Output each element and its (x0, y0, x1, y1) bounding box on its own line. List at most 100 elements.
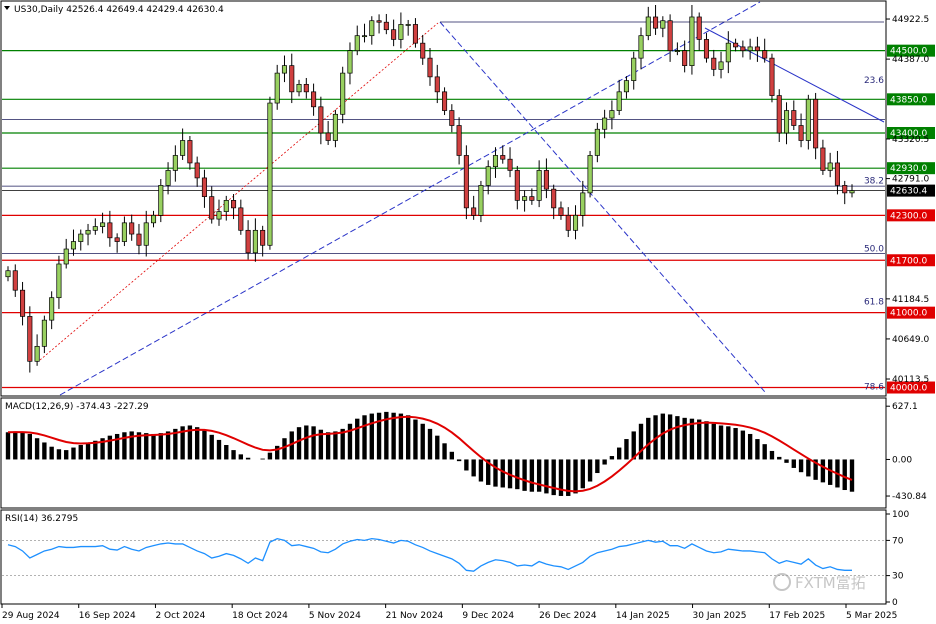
macd-bar (609, 456, 615, 460)
date-label-6: 9 Dec 2024 (462, 611, 514, 621)
candle-body (114, 237, 120, 242)
macd-bar (325, 432, 331, 460)
candle-body (849, 190, 855, 194)
candle-body (711, 57, 717, 70)
candle-body (623, 80, 629, 93)
candle-body (70, 241, 77, 250)
macd-bar (420, 423, 425, 460)
macd-bar (369, 413, 374, 460)
symbol-header: US30,Daily 42526.4 42649.4 42429.4 42630… (14, 5, 224, 15)
watermark-text: FXTM富拓 (795, 574, 866, 592)
candle-body (172, 155, 178, 171)
macd-bar (493, 459, 498, 487)
macd-bar (806, 459, 811, 477)
macd-bar (449, 451, 455, 460)
candles (5, 4, 855, 373)
candle-body (638, 35, 644, 59)
candle-body (340, 72, 346, 115)
price-tick-label-6: 40113.5 (892, 375, 929, 385)
candle-body (12, 270, 18, 291)
candle-body (20, 289, 26, 317)
fxtm-logo: FXTM富拓 (773, 573, 866, 592)
candle-body (776, 95, 782, 134)
date-label-7: 26 Dec 2024 (539, 611, 597, 621)
candle-body (733, 42, 739, 48)
candle-body (747, 46, 753, 52)
candle-body (536, 170, 542, 201)
candle-body (674, 50, 680, 53)
candle-body (551, 188, 557, 209)
rsi-tick-label-1: 70 (892, 536, 904, 546)
macd-bar (275, 445, 280, 460)
macd-bar (667, 414, 673, 460)
macd-bar (151, 433, 156, 460)
candle-body (492, 155, 499, 168)
candle-body (689, 16, 695, 66)
macd-bar (238, 454, 244, 460)
macd-bar (827, 459, 833, 485)
candle-body (267, 102, 273, 246)
price-tick-label-1: 44387.0 (892, 55, 929, 65)
candle-body (121, 222, 127, 242)
candle-body (281, 65, 288, 74)
macd-bar (85, 442, 91, 460)
rsi-label: RSI(14) 36.2795 (5, 514, 78, 524)
candle-body (594, 128, 600, 156)
macd-bar (107, 435, 113, 460)
macd-bar (114, 433, 120, 460)
macd-bar (711, 423, 716, 460)
candle-body (834, 162, 840, 186)
macd-bar (5, 432, 11, 460)
date-label-3: 18 Oct 2024 (232, 611, 288, 621)
candle-body (136, 233, 142, 246)
macd-bar (165, 431, 171, 460)
macd-bar (427, 428, 433, 460)
candle-body (616, 91, 622, 111)
candle-body (754, 46, 760, 52)
candle-body (180, 140, 186, 156)
candle-body (653, 16, 659, 29)
macd-bar (304, 425, 309, 460)
macd-bar (551, 459, 556, 496)
macd-bar (769, 450, 775, 460)
macd-bar (784, 459, 789, 463)
candle-body (129, 222, 135, 235)
candle-body (791, 110, 797, 126)
macd-bar (122, 432, 127, 460)
macd-bar (580, 459, 585, 489)
candle-body (27, 316, 33, 362)
macd-bar (515, 459, 520, 490)
rsi-tick-label-3: 0 (892, 598, 898, 608)
candle-body (543, 170, 549, 190)
date-label-5: 21 Nov 2024 (386, 611, 444, 621)
candle-body (361, 35, 368, 38)
candle-body (209, 196, 215, 220)
macd-bar (435, 435, 440, 460)
macd-bar (144, 433, 149, 460)
candle-body (332, 113, 338, 141)
macd-label: MACD(12,26,9) -374.43 -227.29 (5, 402, 149, 412)
logo-ring-icon (773, 573, 791, 591)
candle-body (740, 46, 746, 52)
candle-body (696, 16, 702, 40)
candle-body (631, 57, 637, 81)
macd-indicator: 627.1 0.00 -430.84 (5, 402, 927, 502)
macd-bar (704, 421, 709, 460)
candle-body (507, 158, 513, 171)
collapse-arrow-icon[interactable] (4, 6, 10, 10)
level-tag-text-1: 43850.0 (890, 95, 927, 105)
rsi-tick-label-0: 100 (892, 510, 909, 520)
candle-body (572, 214, 579, 231)
candle-body (762, 50, 768, 59)
falling-trend-line (439, 21, 766, 393)
macd-bar (13, 431, 18, 460)
fib-label-5: 78.6 (864, 383, 884, 393)
macd-bar (777, 456, 782, 460)
macd-bar (842, 459, 847, 491)
candle-body (580, 192, 586, 216)
candle-body (412, 24, 418, 44)
candle-body (391, 29, 397, 40)
macd-bar (733, 428, 738, 460)
macd-tick-label-2: -430.84 (892, 492, 927, 502)
macd-bar (471, 459, 476, 477)
